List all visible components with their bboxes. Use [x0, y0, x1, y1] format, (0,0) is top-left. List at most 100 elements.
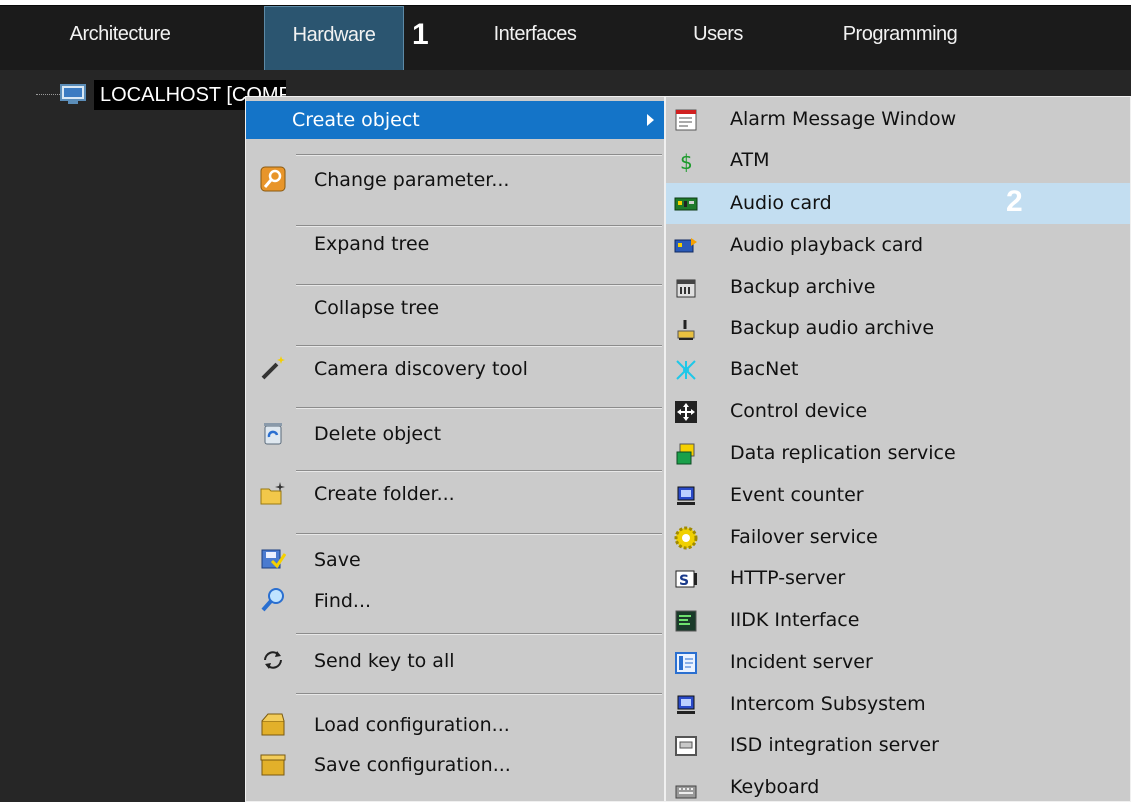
- submenu-item-label: Backup audio archive: [730, 317, 935, 339]
- new-folder-icon: [260, 480, 286, 506]
- replication-icon: [674, 442, 698, 466]
- submenu-item-audio-playback-card[interactable]: Audio playback card: [666, 225, 1130, 266]
- context-menu: Create object Change parameter... Expand…: [245, 96, 665, 802]
- submenu-item-failover-service[interactable]: Failover service: [666, 517, 1130, 558]
- menu-separator: [296, 693, 662, 695]
- submenu-item-label: ISD integration server: [730, 734, 939, 756]
- dollar-icon: $: [674, 149, 698, 174]
- menu-item-collapse-tree[interactable]: Collapse tree: [246, 289, 664, 327]
- wand-icon: [260, 355, 286, 381]
- menu-separator: [296, 284, 662, 286]
- submenu-item-label: Control device: [730, 400, 868, 422]
- menu-item-label: Send key to all: [314, 650, 455, 672]
- menu-item-find[interactable]: Find...: [246, 582, 664, 620]
- menu-separator: [296, 633, 662, 635]
- terminal-icon: [674, 609, 698, 633]
- menu-item-create-object[interactable]: Create object: [246, 101, 664, 139]
- submenu-item-event-counter[interactable]: Event counter: [666, 475, 1130, 516]
- menu-item-label: Delete object: [314, 423, 442, 445]
- menu-item-change-parameter[interactable]: Change parameter...: [246, 161, 664, 199]
- magnifier-icon: [260, 587, 286, 613]
- submenu-item-label: Backup archive: [730, 276, 876, 298]
- tab-interfaces[interactable]: Interfaces: [460, 6, 610, 66]
- archive-icon: [674, 276, 698, 300]
- step-marker-two: 2: [1006, 185, 1023, 218]
- menu-item-label: Save: [314, 549, 361, 571]
- submenu-item-http-server[interactable]: S HTTP-server: [666, 558, 1130, 599]
- menu-separator: [296, 154, 662, 156]
- menu-item-label: Create folder...: [314, 483, 455, 505]
- submenu-item-intercom-subsystem[interactable]: Intercom Subsystem: [666, 684, 1130, 725]
- refresh-icon: [260, 647, 286, 673]
- menu-item-save-configuration[interactable]: Save configuration...: [246, 746, 664, 784]
- closed-box-icon: [260, 751, 286, 777]
- submenu-item-label: IIDK Interface: [730, 609, 860, 631]
- menu-separator: [296, 407, 662, 409]
- incident-server-icon: [674, 651, 698, 675]
- submenu-item-label: Incident server: [730, 651, 873, 673]
- submenu-item-data-replication[interactable]: Data replication service: [666, 433, 1130, 474]
- menu-separator: [296, 345, 662, 347]
- move-arrows-icon: [674, 400, 698, 424]
- menu-item-label: Expand tree: [314, 233, 430, 255]
- submenu-item-label: ATM: [730, 149, 770, 171]
- menu-item-expand-tree[interactable]: Expand tree: [246, 225, 664, 263]
- monitor-icon: [674, 484, 698, 508]
- submenu-item-keyboard[interactable]: Keyboard: [666, 767, 1130, 802]
- menu-item-create-folder[interactable]: Create folder...: [246, 475, 664, 513]
- top-tab-bar: Architecture Hardware Interfaces Users P…: [0, 5, 1131, 70]
- svg-text:S: S: [679, 573, 689, 589]
- svg-text:$: $: [680, 150, 693, 173]
- tab-hardware[interactable]: Hardware: [264, 6, 404, 70]
- submenu-item-iidk-interface[interactable]: IIDK Interface: [666, 600, 1130, 641]
- menu-item-label: Load configuration...: [314, 714, 510, 736]
- submenu-item-label: Data replication service: [730, 442, 956, 464]
- audio-archive-icon: [674, 317, 698, 341]
- menu-item-load-configuration[interactable]: Load configuration...: [246, 706, 664, 744]
- menu-item-save[interactable]: Save: [246, 541, 664, 579]
- submenu-item-alarm-message-window[interactable]: Alarm Message Window: [666, 99, 1130, 140]
- menu-item-delete-object[interactable]: Delete object: [246, 415, 664, 453]
- submenu-item-label: Keyboard: [730, 776, 820, 798]
- submenu-item-isd-integration-server[interactable]: ISD integration server: [666, 725, 1130, 766]
- menu-separator: [296, 533, 662, 535]
- step-marker-one: 1: [412, 18, 429, 51]
- tab-users[interactable]: Users: [668, 6, 768, 66]
- submenu-item-bacnet[interactable]: BacNet: [666, 349, 1130, 390]
- submenu-item-label: HTTP-server: [730, 567, 846, 589]
- http-server-icon: S: [674, 567, 698, 591]
- menu-item-label: Change parameter...: [314, 169, 510, 191]
- menu-item-label: Collapse tree: [314, 297, 440, 319]
- save-icon: [260, 546, 287, 572]
- menu-item-label: Create object: [292, 109, 420, 131]
- submenu-item-backup-audio-archive[interactable]: Backup audio archive: [666, 308, 1130, 349]
- menu-item-label: Camera discovery tool: [314, 358, 528, 380]
- submenu-item-label: Failover service: [730, 526, 878, 548]
- tab-programming[interactable]: Programming: [810, 6, 990, 66]
- menu-item-camera-discovery[interactable]: Camera discovery tool: [246, 350, 664, 388]
- submenu-item-incident-server[interactable]: Incident server: [666, 642, 1130, 683]
- submenu-item-label: Audio playback card: [730, 234, 924, 256]
- tree-connector: [36, 94, 60, 95]
- monitor-icon: [674, 693, 698, 717]
- submenu-arrow-icon: [647, 114, 654, 126]
- keyboard-icon: [674, 776, 698, 800]
- create-object-submenu: Alarm Message Window $ ATM Audio card 2 …: [665, 96, 1131, 802]
- submenu-item-label: Alarm Message Window: [730, 108, 957, 130]
- playback-card-icon: [674, 234, 698, 258]
- computer-icon: [60, 84, 86, 110]
- recycle-bin-icon: [260, 420, 286, 446]
- tab-architecture[interactable]: Architecture: [40, 6, 200, 66]
- submenu-item-label: Intercom Subsystem: [730, 693, 926, 715]
- submenu-item-backup-archive[interactable]: Backup archive: [666, 267, 1130, 308]
- submenu-item-control-device[interactable]: Control device: [666, 391, 1130, 432]
- submenu-item-audio-card[interactable]: Audio card 2: [666, 183, 1130, 224]
- menu-item-label: Save configuration...: [314, 754, 511, 776]
- submenu-item-atm[interactable]: $ ATM: [666, 140, 1130, 181]
- open-box-icon: [260, 711, 286, 737]
- isd-server-icon: [674, 734, 698, 758]
- key-icon: [260, 166, 286, 192]
- menu-separator: [296, 470, 662, 472]
- gear-icon: [674, 526, 698, 550]
- menu-item-send-key-to-all[interactable]: Send key to all: [246, 642, 664, 680]
